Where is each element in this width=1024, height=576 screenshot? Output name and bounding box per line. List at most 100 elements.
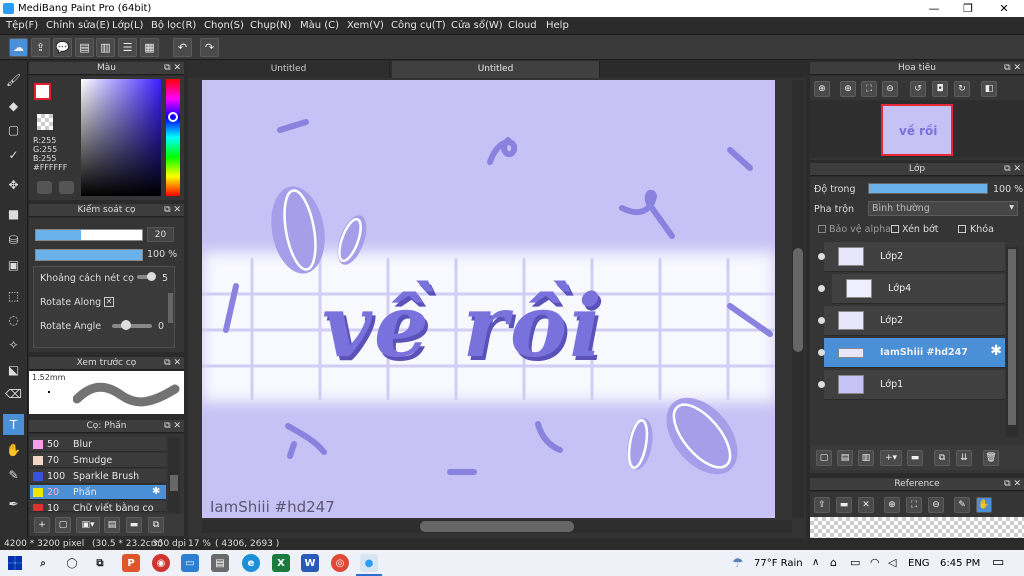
layer-list-scrollbar[interactable] bbox=[1006, 247, 1018, 437]
list-item[interactable]: 70 Smudge bbox=[30, 453, 166, 468]
panel-close-icon[interactable]: ⧉ ✕ bbox=[164, 62, 181, 75]
zoom-in-icon[interactable]: ⊕ bbox=[814, 81, 830, 97]
layer-row-selected[interactable]: IamShiii #hd247 ✱ bbox=[818, 338, 1005, 368]
layer-row[interactable]: Lớp2 bbox=[818, 306, 1005, 336]
brush-list-scrollbar[interactable] bbox=[168, 437, 180, 513]
hand-tool-icon[interactable]: ✋ bbox=[3, 439, 24, 460]
tab-untitled-1[interactable]: Untitled bbox=[188, 61, 390, 78]
reference-eyedropper-icon[interactable]: ✎ bbox=[954, 497, 970, 513]
eye-icon[interactable] bbox=[818, 349, 825, 356]
gear-icon[interactable]: ✱ bbox=[152, 486, 160, 497]
rotate-angle-slider[interactable] bbox=[112, 324, 152, 328]
reference-close-icon[interactable]: ✕ bbox=[858, 497, 874, 513]
menu-capture[interactable]: Chụp(N) bbox=[250, 20, 291, 31]
eye-icon[interactable] bbox=[818, 381, 825, 388]
upload-icon[interactable]: ⇪ bbox=[31, 38, 50, 57]
new-brush-icon[interactable]: ▢ bbox=[55, 517, 71, 533]
eye-icon[interactable] bbox=[818, 285, 825, 292]
lock-checkbox[interactable] bbox=[958, 225, 966, 233]
brush-size-value[interactable]: 20 bbox=[147, 227, 174, 242]
comment-icon[interactable]: 💬 bbox=[53, 38, 72, 57]
list-item[interactable]: 50 Blur bbox=[30, 437, 166, 452]
new-layer-8bit-icon[interactable]: ▤ bbox=[837, 450, 853, 466]
new-layer-1bit-icon[interactable]: ▥ bbox=[858, 450, 874, 466]
spacing-handle[interactable] bbox=[147, 272, 156, 281]
trash-icon[interactable]: 🗑 bbox=[983, 450, 999, 466]
panel-close-icon[interactable]: ⧉ ✕ bbox=[164, 357, 181, 370]
hue-handle[interactable] bbox=[168, 112, 178, 122]
eyedropper-tool-icon[interactable]: ✎ bbox=[3, 464, 24, 485]
task-view-icon[interactable]: ⧉ bbox=[91, 554, 109, 572]
canvas-horizontal-scrollbar[interactable] bbox=[202, 520, 792, 533]
blend-mode-select[interactable]: Bình thường ▾ bbox=[868, 201, 1018, 216]
excel-icon[interactable]: X bbox=[272, 554, 290, 572]
list-item[interactable]: 100 Sparkle Brush bbox=[30, 469, 166, 484]
menu-window[interactable]: Cửa sổ(W) bbox=[451, 20, 503, 31]
network-icon[interactable]: ⌂ bbox=[830, 556, 837, 569]
panel-close-icon[interactable]: ⧉ ✕ bbox=[164, 204, 181, 217]
menu-view[interactable]: Xem(V) bbox=[347, 20, 384, 31]
brush-settings-scrollbar[interactable] bbox=[168, 293, 173, 323]
message-icon[interactable]: ▤ bbox=[75, 38, 94, 57]
check-tool-icon[interactable]: ✓ bbox=[3, 144, 24, 165]
pen-tool-icon[interactable]: ✒ bbox=[3, 493, 24, 514]
brush-menu-icon[interactable]: ▣▾ bbox=[76, 517, 100, 533]
gear-icon[interactable]: ✱ bbox=[990, 343, 1002, 359]
add-brush-icon[interactable]: + bbox=[34, 517, 50, 533]
reference-fit-icon[interactable]: ⛶ bbox=[906, 497, 922, 513]
layer-opacity-slider[interactable] bbox=[868, 183, 988, 194]
protect-alpha-checkbox[interactable] bbox=[818, 225, 826, 233]
reference-canvas[interactable] bbox=[810, 517, 1024, 538]
select-pen-tool-icon[interactable]: ⬕ bbox=[3, 359, 24, 380]
cloud-icon[interactable]: ☁ bbox=[9, 38, 28, 57]
list-icon[interactable]: ☰ bbox=[118, 38, 137, 57]
reference-zoom-in-icon[interactable]: ⊕ bbox=[884, 497, 900, 513]
reference-zoom-out-icon[interactable]: ⊖ bbox=[928, 497, 944, 513]
windows-start-icon[interactable] bbox=[8, 556, 22, 570]
rotate-left-icon[interactable]: ↺ bbox=[910, 81, 926, 97]
menu-help[interactable]: Help bbox=[546, 20, 569, 31]
language-indicator[interactable]: ENG bbox=[908, 558, 930, 569]
maximize-button[interactable]: ❐ bbox=[950, 0, 986, 17]
saturation-value-picker[interactable] bbox=[81, 79, 161, 196]
chevron-up-icon[interactable]: ∧ bbox=[812, 557, 819, 568]
menu-cloud[interactable]: Cloud bbox=[508, 20, 537, 31]
brush-opacity-slider[interactable] bbox=[35, 249, 143, 261]
close-button[interactable]: ✕ bbox=[986, 0, 1022, 17]
drawing-canvas[interactable]: về rồi IamShiii #hd247 bbox=[202, 80, 775, 518]
navigator-preview[interactable]: về rồi bbox=[810, 100, 1024, 158]
weather-text[interactable]: 77°F Rain bbox=[754, 558, 803, 569]
brush-tool-icon[interactable]: 🖌 bbox=[3, 69, 24, 90]
menu-select[interactable]: Chọn(S) bbox=[204, 20, 244, 31]
powerpoint-icon[interactable]: P bbox=[122, 554, 140, 572]
list-item[interactable]: 10 Chữ viết bằng cọ bbox=[30, 501, 166, 512]
transparent-swatch[interactable] bbox=[37, 114, 53, 130]
reference-upload-icon[interactable]: ⇪ bbox=[814, 497, 830, 513]
redo-icon[interactable]: ↷ bbox=[200, 38, 219, 57]
minimize-button[interactable]: — bbox=[916, 0, 952, 17]
edge-icon[interactable]: e bbox=[242, 554, 260, 572]
notification-icon[interactable]: ▭ bbox=[992, 555, 1004, 570]
clipping-checkbox[interactable] bbox=[891, 225, 899, 233]
menu-tools[interactable]: Công cụ(T) bbox=[391, 20, 446, 31]
new-layer-icon[interactable]: ▢ bbox=[816, 450, 832, 466]
canvas-vertical-scrollbar[interactable] bbox=[792, 80, 804, 518]
grid-icon[interactable]: ▦ bbox=[140, 38, 159, 57]
battery-icon[interactable]: ▭ bbox=[850, 556, 860, 569]
move-tool-icon[interactable]: ✥ bbox=[3, 174, 24, 195]
add-layer-menu-icon[interactable]: +▾ bbox=[880, 450, 902, 466]
brush-folder-icon[interactable]: ▬ bbox=[126, 517, 142, 533]
merge-layer-icon[interactable]: ⇊ bbox=[956, 450, 972, 466]
fill-rect-tool-icon[interactable]: ■ bbox=[3, 203, 24, 224]
tab-untitled-2[interactable]: Untitled bbox=[392, 61, 600, 78]
duplicate-layer-icon[interactable]: ⧉ bbox=[934, 450, 950, 466]
panel-close-icon[interactable]: ⧉ ✕ bbox=[1004, 62, 1021, 75]
fit-icon[interactable]: ⛶ bbox=[861, 81, 877, 97]
hue-slider[interactable] bbox=[166, 79, 180, 196]
eraser-tool-icon[interactable]: ◆ bbox=[3, 95, 24, 116]
panel-close-icon[interactable]: ⧉ ✕ bbox=[164, 420, 181, 433]
palette-add-icon[interactable] bbox=[59, 181, 74, 194]
bucket-tool-icon[interactable]: ⛁ bbox=[3, 229, 24, 250]
word-icon[interactable]: W bbox=[301, 554, 319, 572]
rotate-right-icon[interactable]: ↻ bbox=[954, 81, 970, 97]
